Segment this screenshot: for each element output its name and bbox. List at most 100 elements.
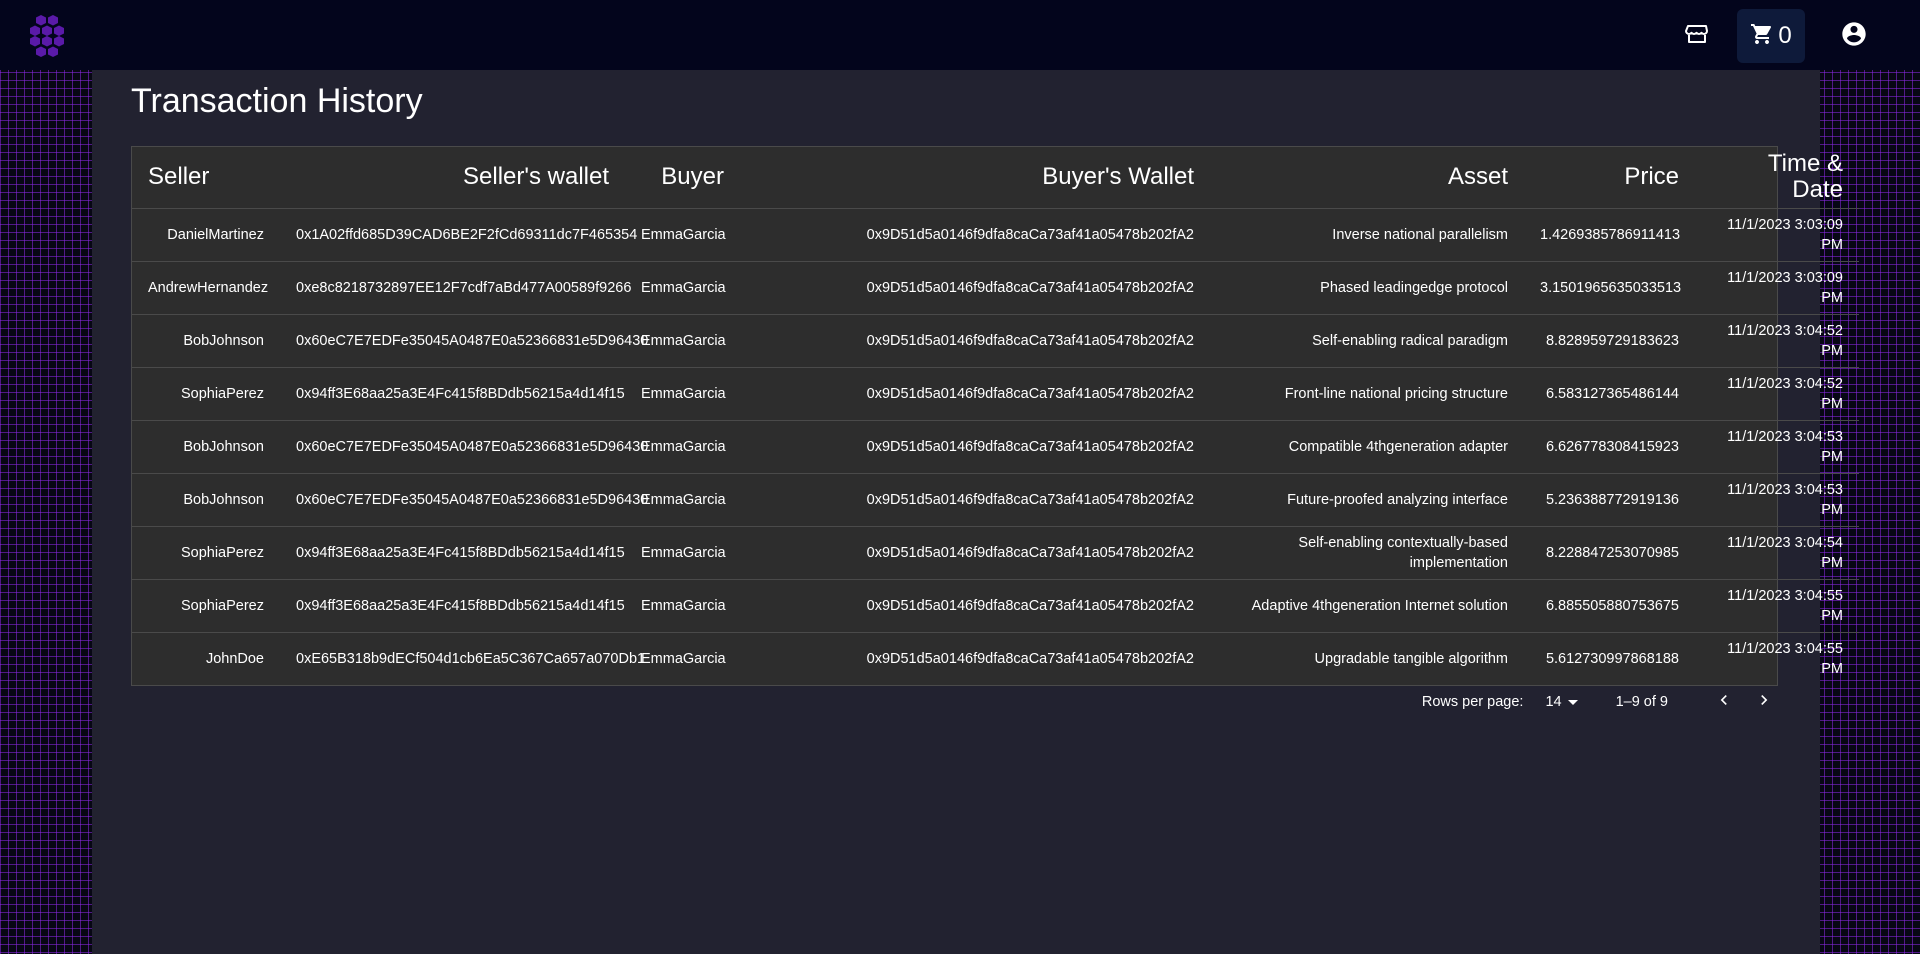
transactions-table: Seller Seller's wallet Buyer Buyer's Wal… — [132, 147, 1859, 685]
cell-buyer-wallet: 0x9D51d5a0146f9dfa8caCa73af41a05478b202f… — [740, 420, 1210, 474]
table-row: BobJohnson 0x60eC7E7EDFe35045A0487E0a523… — [132, 314, 1859, 368]
cell-buyer-wallet: 0x9D51d5a0146f9dfa8caCa73af41a05478b202f… — [740, 208, 1210, 262]
table-row: BobJohnson 0x60eC7E7EDFe35045A0487E0a523… — [132, 420, 1859, 474]
cell-seller-wallet: 0xe8c8218732897EE12F7cdf7aBd477A00589f92… — [280, 261, 631, 315]
cell-price: 6.626778308415923 — [1524, 420, 1695, 474]
rows-per-page-value: 14 — [1545, 694, 1562, 710]
cell-price: 3.1501965635033513 — [1524, 261, 1695, 315]
cell-seller: BobJohnson — [132, 314, 280, 368]
table-row: BobJohnson 0x60eC7E7EDFe35045A0487E0a523… — [132, 473, 1859, 527]
cell-seller-wallet: 0x60eC7E7EDFe35045A0487E0a52366831e5D964… — [280, 314, 648, 368]
column-header-price[interactable]: Price — [1524, 147, 1695, 209]
cell-time-date: 11/1/2023 3:03:09 PM — [1695, 208, 1859, 262]
chevron-right-icon — [1754, 690, 1774, 714]
rows-per-page-select[interactable]: 14 — [1545, 694, 1578, 710]
cell-seller: SophiaPerez — [132, 579, 280, 633]
store-button[interactable] — [1673, 9, 1721, 63]
cart-count-badge: 0 — [1778, 22, 1792, 49]
account-circle-icon — [1840, 20, 1868, 53]
page-title: Transaction History — [131, 82, 423, 120]
cell-seller-wallet: 0x94ff3E68aa25a3E4Fc415f8BDdb56215a4d14f… — [280, 526, 625, 580]
table-row: SophiaPerez 0x94ff3E68aa25a3E4Fc415f8BDd… — [132, 526, 1859, 580]
cell-buyer-wallet: 0x9D51d5a0146f9dfa8caCa73af41a05478b202f… — [740, 314, 1210, 368]
column-header-buyer[interactable]: Buyer — [625, 147, 740, 209]
cell-buyer: EmmaGarcia — [625, 314, 740, 368]
cell-time-date: 11/1/2023 3:04:52 PM — [1695, 367, 1859, 421]
storefront-icon — [1685, 22, 1709, 51]
cell-buyer-wallet: 0x9D51d5a0146f9dfa8caCa73af41a05478b202f… — [740, 526, 1210, 580]
previous-page-button[interactable] — [1710, 688, 1738, 716]
table-header-row: Seller Seller's wallet Buyer Buyer's Wal… — [132, 147, 1859, 209]
cell-asset: Front-line national pricing structure — [1210, 367, 1524, 421]
cell-time-date: 11/1/2023 3:04:54 PM — [1695, 526, 1859, 580]
cell-asset: Inverse national parallelism — [1210, 208, 1524, 262]
rows-per-page-label: Rows per page: — [1421, 694, 1524, 710]
chevron-left-icon — [1714, 690, 1734, 714]
cell-time-date: 11/1/2023 3:04:52 PM — [1695, 314, 1859, 368]
cell-asset: Future-proofed analyzing interface — [1210, 473, 1524, 527]
cell-seller: SophiaPerez — [132, 367, 280, 421]
cell-asset: Upgradable tangible algorithm — [1314, 650, 1508, 667]
cell-asset: Self-enabling contextually-based impleme… — [1210, 526, 1524, 580]
cell-seller: SophiaPerez — [132, 526, 280, 580]
hexagon-logo-icon[interactable] — [24, 11, 72, 59]
cell-buyer-wallet: 0x9D51d5a0146f9dfa8caCa73af41a05478b202f… — [740, 473, 1210, 527]
cell-seller-wallet: 0x1A02ffd685D39CAD6BE2F2fCd69311dc7F4653… — [280, 208, 637, 262]
cell-asset: Compatible 4thgeneration adapter — [1210, 420, 1524, 474]
cell-buyer-wallet: 0x9D51d5a0146f9dfa8caCa73af41a05478b202f… — [740, 367, 1210, 421]
cell-buyer: EmmaGarcia — [641, 650, 726, 667]
table-row: JohnDoe 0xE65B318b9dECf504d1cb6Ea5C367Ca… — [132, 632, 1859, 685]
main-panel: Transaction History Seller Seller's wall… — [92, 70, 1859, 954]
cell-seller: AndrewHernandez — [132, 261, 280, 315]
transactions-table-container: Seller Seller's wallet Buyer Buyer's Wal… — [131, 146, 1859, 686]
cell-price: 5.612730997868188 — [1545, 650, 1679, 667]
column-header-asset[interactable]: Asset — [1210, 147, 1524, 209]
dropdown-caret-icon — [1567, 699, 1578, 705]
cell-seller-wallet: 0x94ff3E68aa25a3E4Fc415f8BDdb56215a4d14f… — [280, 579, 625, 633]
shopping-cart-icon — [1750, 22, 1774, 51]
cell-time-date: 11/1/2023 3:04:53 PM — [1695, 420, 1859, 474]
table-row: DanielMartinez 0x1A02ffd685D39CAD6BE2F2f… — [132, 208, 1859, 262]
next-page-button[interactable] — [1750, 688, 1778, 716]
cell-price: 1.4269385786911413 — [1524, 208, 1695, 262]
cell-buyer: EmmaGarcia — [625, 367, 740, 421]
table-row: AndrewHernandez 0xe8c8218732897EE12F7cdf… — [132, 261, 1859, 315]
cell-price: 6.885505880753675 — [1524, 579, 1695, 633]
cell-buyer-wallet: 0x9D51d5a0146f9dfa8caCa73af41a05478b202f… — [740, 261, 1210, 315]
cell-time-date: 11/1/2023 3:03:09 PM — [1695, 261, 1859, 315]
cell-buyer: EmmaGarcia — [625, 261, 740, 315]
cell-price: 5.236388772919136 — [1524, 473, 1695, 527]
cell-seller-wallet: 0x60eC7E7EDFe35045A0487E0a52366831e5D964… — [280, 420, 648, 474]
column-header-time-date[interactable]: Time & Date — [1695, 147, 1859, 209]
cell-seller-wallet: 0xE65B318b9dECf504d1cb6Ea5C367Ca657a070D… — [296, 650, 646, 667]
cell-price: 6.583127365486144 — [1524, 367, 1695, 421]
table-pagination: Rows per page: 14 1–9 of 9 — [1422, 688, 1778, 716]
column-header-seller-wallet[interactable]: Seller's wallet — [280, 147, 625, 209]
cell-price: 8.228847253070985 — [1524, 526, 1695, 580]
cell-seller: JohnDoe — [205, 650, 264, 667]
column-header-buyer-wallet[interactable]: Buyer's Wallet — [740, 147, 1210, 209]
table-row: SophiaPerez 0x94ff3E68aa25a3E4Fc415f8BDd… — [132, 367, 1859, 421]
cell-seller: BobJohnson — [132, 420, 280, 474]
cell-buyer: EmmaGarcia — [625, 579, 740, 633]
cell-buyer: EmmaGarcia — [625, 208, 740, 262]
cell-time-date: 11/1/2023 3:04:53 PM — [1695, 473, 1859, 527]
cell-seller: BobJohnson — [132, 473, 280, 527]
column-header-seller[interactable]: Seller — [132, 147, 280, 209]
cell-seller-wallet: 0x94ff3E68aa25a3E4Fc415f8BDdb56215a4d14f… — [280, 367, 625, 421]
cart-button[interactable]: 0 — [1737, 9, 1805, 63]
cell-seller: DanielMartinez — [132, 208, 280, 262]
cell-price: 8.828959729183623 — [1524, 314, 1695, 368]
account-button[interactable] — [1830, 9, 1878, 63]
cell-time-date: 11/1/2023 3:04:55 PM — [1695, 579, 1859, 633]
cell-buyer: EmmaGarcia — [625, 420, 740, 474]
cell-asset: Adaptive 4thgeneration Internet solution — [1210, 579, 1524, 633]
cell-time-date: 11/1/2023 3:04:55 PM — [1727, 640, 1843, 677]
cell-seller-wallet: 0x60eC7E7EDFe35045A0487E0a52366831e5D964… — [280, 473, 648, 527]
table-row: SophiaPerez 0x94ff3E68aa25a3E4Fc415f8BDd… — [132, 579, 1859, 633]
cell-asset: Self-enabling radical paradigm — [1210, 314, 1524, 368]
cell-buyer-wallet: 0x9D51d5a0146f9dfa8caCa73af41a05478b202f… — [740, 579, 1210, 633]
app-bar: 0 — [0, 0, 1920, 70]
cell-buyer-wallet: 0x9D51d5a0146f9dfa8caCa73af41a05478b202f… — [866, 650, 1194, 667]
cell-asset: Phased leadingedge protocol — [1210, 261, 1524, 315]
